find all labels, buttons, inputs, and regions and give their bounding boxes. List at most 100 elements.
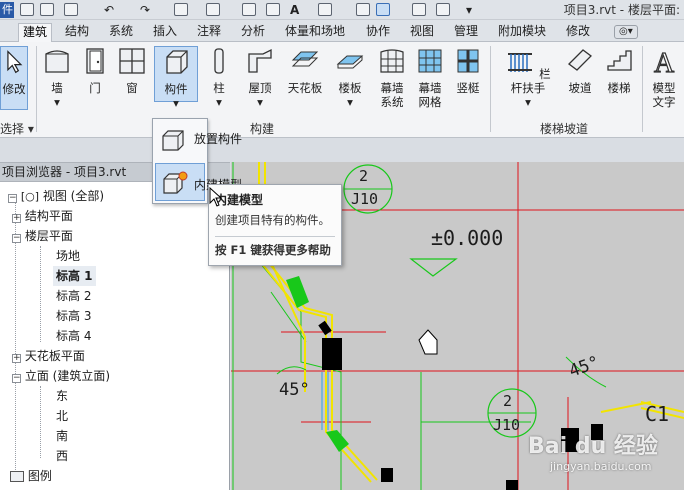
tree-node-level-1[interactable]: 标高 1 bbox=[53, 266, 96, 286]
component-icon bbox=[166, 50, 188, 74]
modify-button[interactable]: 修改 bbox=[0, 46, 28, 110]
tab-architecture[interactable]: 建筑 bbox=[18, 23, 53, 42]
window-button[interactable]: 窗 bbox=[116, 46, 148, 95]
component-button[interactable]: 构件 ▾ bbox=[154, 46, 198, 110]
elevation-label: ±0.000 bbox=[431, 226, 504, 250]
ramp-icon bbox=[568, 49, 592, 71]
tree-node-views-all[interactable]: − [○] 视图 (全部) bbox=[8, 186, 104, 206]
stair-button[interactable]: 楼梯 bbox=[602, 46, 636, 95]
window-title: 项目3.rvt - 楼层平面: bbox=[563, 3, 680, 17]
3d-view-icon[interactable] bbox=[318, 3, 332, 16]
tree-node-floor-plans[interactable]: − 楼层平面 bbox=[12, 226, 73, 246]
curtain-grid-button[interactable]: 幕墙 网格 bbox=[412, 46, 448, 109]
tab-view[interactable]: 视图 bbox=[406, 23, 438, 42]
mullion-button[interactable]: 竖梃 bbox=[452, 46, 484, 95]
measure-icon[interactable] bbox=[206, 3, 220, 16]
collapse-icon[interactable]: − bbox=[12, 374, 21, 383]
tree-node-legends[interactable]: 图例 bbox=[10, 466, 52, 486]
door-icon bbox=[86, 48, 104, 74]
application-menu-button[interactable]: 件 bbox=[0, 2, 14, 18]
undo-icon[interactable]: ↶ bbox=[104, 2, 114, 18]
stair-icon bbox=[607, 50, 632, 71]
mullion-icon bbox=[457, 49, 479, 73]
tab-annotate[interactable]: 注释 bbox=[193, 23, 225, 42]
angle-arc bbox=[276, 366, 307, 375]
switch-windows-icon[interactable] bbox=[436, 3, 450, 16]
tree-node-level-3[interactable]: 标高 3 bbox=[56, 306, 91, 326]
section-icon[interactable] bbox=[356, 3, 370, 16]
angle-label-left: 45° bbox=[279, 380, 310, 400]
ribbon-minimize-icon[interactable]: ◎▾ bbox=[614, 25, 638, 39]
tab-collaborate[interactable]: 协作 bbox=[362, 23, 394, 42]
tree-node-site[interactable]: 场地 bbox=[56, 246, 80, 266]
expand-icon[interactable]: + bbox=[12, 214, 21, 223]
tag-icon[interactable] bbox=[266, 3, 280, 16]
floor-button[interactable]: 楼板 ▾ bbox=[332, 46, 368, 109]
dimension-icon[interactable] bbox=[242, 3, 256, 16]
save-icon[interactable] bbox=[40, 3, 54, 16]
watermark-brand: Bai du 经验 bbox=[528, 434, 658, 459]
ramp-button[interactable]: 坡道 bbox=[564, 46, 596, 95]
tree-node-ceiling-plans[interactable]: + 天花板平面 bbox=[12, 346, 85, 366]
tab-insert[interactable]: 插入 bbox=[149, 23, 181, 42]
tab-systems[interactable]: 系统 bbox=[105, 23, 137, 42]
select-group-label[interactable]: 选择 ▾ bbox=[0, 120, 34, 137]
tooltip-title: 内建模型 bbox=[215, 193, 264, 207]
collapse-icon[interactable]: − bbox=[8, 194, 17, 203]
section-sheet-bottom: J10 bbox=[493, 416, 521, 434]
open-icon[interactable] bbox=[20, 3, 34, 16]
quick-access-toolbar: 件 ↶ ↷ A ▾ 项目3.rvt - 楼层平面: bbox=[0, 0, 684, 20]
views-icon: [○] bbox=[20, 190, 40, 203]
tab-massing-site[interactable]: 体量和场地 bbox=[281, 23, 349, 42]
wall-icon bbox=[45, 50, 69, 73]
wall-button[interactable]: 墙 ▾ bbox=[40, 46, 74, 109]
tree-node-elevations[interactable]: − 立面 (建筑立面) bbox=[12, 366, 110, 386]
section-sheet-top: J10 bbox=[351, 190, 379, 208]
expand-icon[interactable]: + bbox=[12, 354, 21, 363]
tab-analyze[interactable]: 分析 bbox=[237, 23, 269, 42]
tooltip-help: 按 F1 键获得更多帮助 bbox=[215, 243, 331, 257]
build-group-label: 构建 bbox=[250, 122, 275, 136]
cursor-icon bbox=[7, 50, 23, 74]
redo-icon[interactable]: ↷ bbox=[140, 2, 150, 18]
tree-node-east[interactable]: 东 bbox=[56, 386, 68, 406]
ribbon-tabs: 建筑 结构 系统 插入 注释 分析 体量和场地 协作 视图 管理 附加模块 修改… bbox=[0, 20, 684, 42]
model-text-icon: A bbox=[653, 47, 675, 79]
tab-structure[interactable]: 结构 bbox=[61, 23, 93, 42]
divider bbox=[215, 236, 335, 237]
tab-addins[interactable]: 附加模块 bbox=[494, 23, 550, 42]
level-marker bbox=[409, 258, 458, 277]
tab-manage[interactable]: 管理 bbox=[450, 23, 482, 42]
door-button[interactable]: 门 bbox=[80, 46, 110, 95]
sync-icon[interactable] bbox=[64, 3, 78, 16]
curtain-system-button[interactable]: 幕墙 系统 bbox=[374, 46, 410, 109]
curtain-grid-icon bbox=[418, 49, 442, 73]
close-hidden-icon[interactable] bbox=[412, 3, 426, 16]
ceiling-button[interactable]: 天花板 bbox=[284, 46, 326, 95]
collapse-icon[interactable]: − bbox=[12, 234, 21, 243]
tree-node-south[interactable]: 南 bbox=[56, 426, 68, 446]
tree-node-north[interactable]: 北 bbox=[56, 406, 68, 426]
model-text-button[interactable]: A 模型 文字 bbox=[646, 46, 682, 109]
window-icon bbox=[119, 48, 145, 74]
tree-node-level-2[interactable]: 标高 2 bbox=[56, 286, 91, 306]
project-browser-tree: − [○] 视图 (全部) + 结构平面 − 楼层平面 场地 标高 1 标高 2… bbox=[0, 182, 230, 490]
section-number-bottom: 2 bbox=[503, 392, 513, 410]
customize-toolbar-icon[interactable]: ▾ bbox=[466, 2, 472, 18]
tree-node-structural-plans[interactable]: + 结构平面 bbox=[12, 206, 73, 226]
print-icon[interactable] bbox=[174, 3, 188, 16]
thin-lines-icon[interactable] bbox=[376, 3, 390, 16]
tab-modify[interactable]: 修改 bbox=[562, 23, 594, 42]
tree-node-level-4[interactable]: 标高 4 bbox=[56, 326, 91, 346]
mouse-cursor-icon bbox=[209, 187, 223, 207]
svg-text:A: A bbox=[654, 48, 675, 76]
text-tool-icon[interactable]: A bbox=[290, 2, 299, 18]
column-button[interactable]: 柱 ▾ bbox=[204, 46, 234, 109]
tree-node-west[interactable]: 西 bbox=[56, 446, 68, 466]
separator bbox=[490, 46, 491, 132]
railing-button[interactable]: 栏杆扶手 ▾ bbox=[500, 46, 556, 109]
roof-button[interactable]: 屋顶 ▾ bbox=[242, 46, 278, 109]
column-icon bbox=[214, 48, 224, 74]
curtain-system-icon bbox=[380, 49, 404, 73]
watermark-url: jingyan.baidu.com bbox=[550, 460, 652, 473]
